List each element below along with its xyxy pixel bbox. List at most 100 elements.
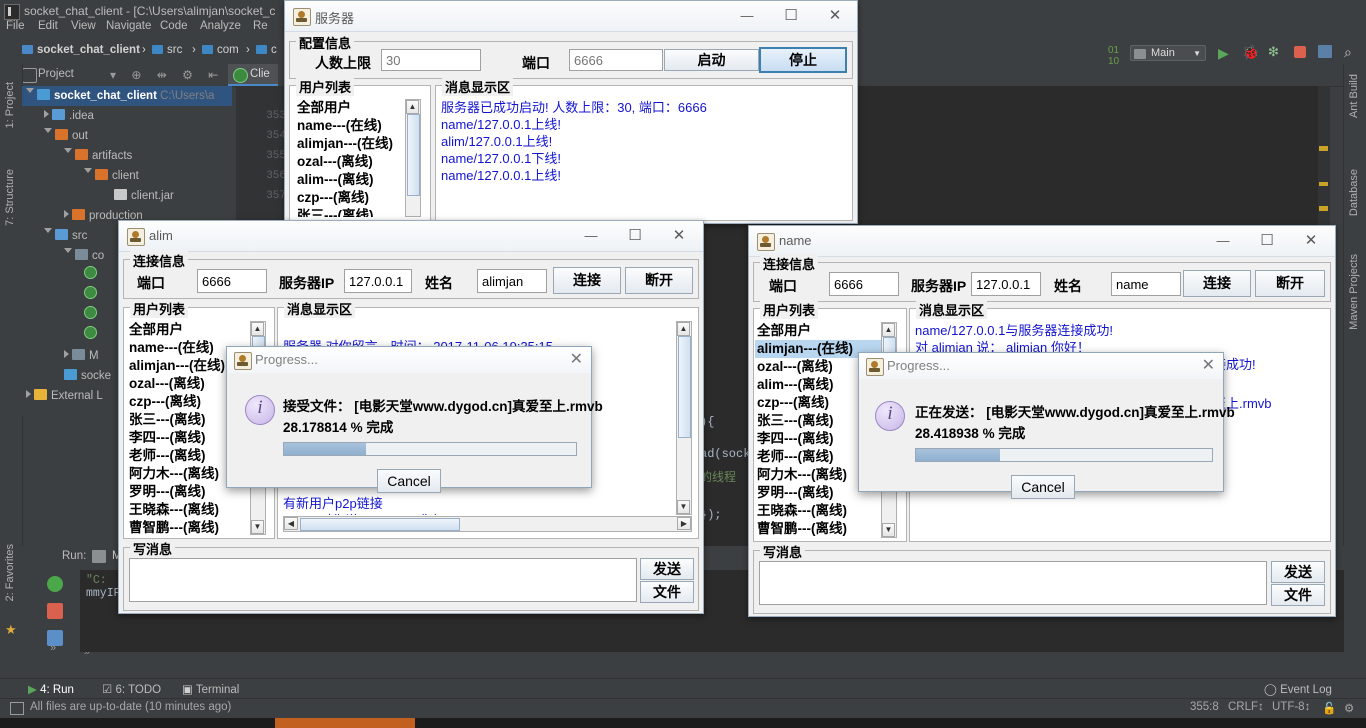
breadcrumb-item-project[interactable]: socket_chat_client [22,44,140,56]
event-log-button[interactable]: ◯ Event Log [1264,682,1332,696]
alim-write-input[interactable] [129,558,637,602]
server-message-area[interactable]: 服务器已成功启动! 人数上限：30, 端口：6666 name/127.0.0.… [441,99,845,217]
breadcrumb-item-c[interactable]: c [256,44,277,56]
project-toolwindow-actions[interactable]: ▾ ⊕ ⇹ ⚙ ⇤ [110,68,224,82]
tree-row-socket-chat-client[interactable]: socket_chat_client C:\Users\a [22,86,232,106]
menu-edit[interactable]: Edit [38,20,58,32]
list-item[interactable]: name---(在线) [295,117,407,135]
menu-refactor[interactable]: Re [253,20,268,32]
list-item[interactable]: 全部用户 [127,321,251,339]
alim-progress-dialog[interactable]: Progress... ✕ 接受文件： [电影天堂www.dygod.cn]真爱… [226,346,603,493]
tree-row-client-jar[interactable]: client.jar [22,186,232,206]
alim-ip-input[interactable] [344,269,412,293]
close-button[interactable]: ✕ [657,221,701,250]
minimize-button[interactable]: — [569,221,613,250]
alim-disconnect-button[interactable]: 断开 [625,267,693,294]
menu-code[interactable]: Code [160,20,188,32]
name-port-input[interactable] [829,272,899,296]
name-file-button[interactable]: 文件 [1271,584,1325,606]
hscrollbar-thumb[interactable] [300,518,460,531]
list-item[interactable]: 全部用户 [755,322,881,340]
list-item[interactable]: alimjan---(在线) [295,135,407,153]
scroll-down-icon[interactable]: ▼ [251,520,264,534]
breadcrumb-item-com[interactable]: com [202,44,239,56]
line-separator[interactable]: CRLF↕ [1228,701,1264,713]
alim-window-titlebar[interactable]: alim — ☐ ✕ [119,221,703,252]
server-user-list-scrollbar[interactable]: ▲ [405,99,421,217]
server-user-list[interactable]: 全部用户 name---(在线) alimjan---(在线) ozal---(… [295,99,407,217]
tab-todo[interactable]: ☑ 6: TODO [102,682,161,696]
max-users-input[interactable] [381,49,481,71]
name-connect-button[interactable]: 连接 [1183,270,1251,297]
chevron-right-icon[interactable] [64,350,69,358]
tree-row-client[interactable]: client [22,166,232,186]
stop-icon[interactable] [47,603,63,619]
strip-maven-projects[interactable]: Maven Projects [1348,254,1360,330]
list-item[interactable]: czp---(离线) [295,189,407,207]
name-disconnect-button[interactable]: 断开 [1255,270,1325,297]
name-ip-input[interactable] [971,272,1041,296]
breadcrumb-item-src[interactable]: src [152,44,182,56]
name-window-titlebar[interactable]: name — ☐ ✕ [749,226,1335,257]
list-item[interactable]: 王晓森---(离线) [755,502,881,520]
alim-file-button[interactable]: 文件 [640,581,694,603]
menu-analyze[interactable]: Analyze [200,20,241,32]
rerun-icon[interactable] [47,576,63,592]
alim-name-input[interactable] [477,269,547,293]
strip-favorites[interactable]: 2: Favorites [4,544,16,601]
list-item[interactable]: 曹智鹏---(离线) [755,520,881,538]
bottom-tool-tabs[interactable]: ▶ 4: Run ☑ 6: TODO ▣ Terminal ◯ Event Lo… [0,678,1366,699]
chevron-right-icon[interactable] [64,210,69,218]
maximize-button[interactable]: ☐ [1245,226,1289,255]
server-window-titlebar[interactable]: 服务器 — ☐ ✕ [285,1,857,32]
stop-server-button[interactable]: 停止 [759,47,847,73]
tree-row-idea[interactable]: .idea [22,106,232,126]
list-item[interactable]: 张三---(离线) [295,207,407,217]
scroll-right-icon[interactable]: ▶ [677,517,691,530]
editor-tab-client[interactable]: Clie [228,64,278,86]
menu-view[interactable]: View [71,20,96,32]
scrollbar-thumb[interactable] [407,114,420,196]
close-button[interactable]: ✕ [813,1,857,30]
server-window[interactable]: 服务器 — ☐ ✕ 配置信息 人数上限 端口 启动 停止 用户列表 全部用户 n… [284,0,858,224]
alim-port-input[interactable] [197,269,267,293]
list-item[interactable]: 王晓森---(离线) [127,501,251,519]
strip-project[interactable]: 1: Project [4,82,16,128]
lock-icon[interactable]: 🔓 [1322,701,1336,715]
scroll-down-icon[interactable]: ▼ [882,523,895,537]
scroll-down-icon[interactable]: ▼ [677,500,690,514]
scrollbar-thumb[interactable] [678,336,691,438]
alim-connect-button[interactable]: 连接 [553,267,621,294]
chevron-down-icon[interactable] [44,128,52,137]
list-item[interactable]: alim---(离线) [295,171,407,189]
close-icon[interactable]: ✕ [1202,355,1215,375]
name-write-input[interactable] [759,561,1267,605]
close-button[interactable]: ✕ [1289,226,1333,255]
scroll-left-icon[interactable]: ◀ [284,517,298,530]
strip-structure[interactable]: 7: Structure [4,169,16,226]
caret-position[interactable]: 355:8 [1190,701,1219,713]
tree-row-out[interactable]: out [22,126,232,146]
list-item[interactable]: 全部用户 [295,99,407,117]
expand-icon[interactable]: » [50,642,56,654]
alim-message-scrollbar[interactable]: ▲ ▼ [676,321,692,515]
tree-row-artifacts[interactable]: artifacts [22,146,232,166]
name-progress-titlebar[interactable]: Progress... ✕ [859,353,1223,380]
maximize-button[interactable]: ☐ [613,221,657,250]
scroll-up-icon[interactable]: ▲ [406,100,419,114]
strip-ant-build[interactable]: Ant Build [1348,74,1360,118]
name-send-button[interactable]: 发送 [1271,561,1325,583]
maximize-button[interactable]: ☐ [769,1,813,30]
list-item[interactable]: ozal---(离线) [295,153,407,171]
chevron-down-icon[interactable] [84,168,92,177]
tab-terminal[interactable]: ▣ Terminal [182,682,239,696]
left-tool-strip[interactable]: 1: Project 7: Structure 2: Favorites ★ [0,64,23,637]
chevron-down-icon[interactable] [64,148,72,157]
close-icon[interactable]: ✕ [570,349,583,369]
scroll-up-icon[interactable]: ▲ [677,322,690,336]
scroll-up-icon[interactable]: ▲ [882,323,895,337]
alim-cancel-button[interactable]: Cancel [377,469,441,493]
chevron-right-icon[interactable] [44,110,49,118]
name-name-input[interactable] [1111,272,1181,296]
minimize-button[interactable]: — [725,1,769,30]
